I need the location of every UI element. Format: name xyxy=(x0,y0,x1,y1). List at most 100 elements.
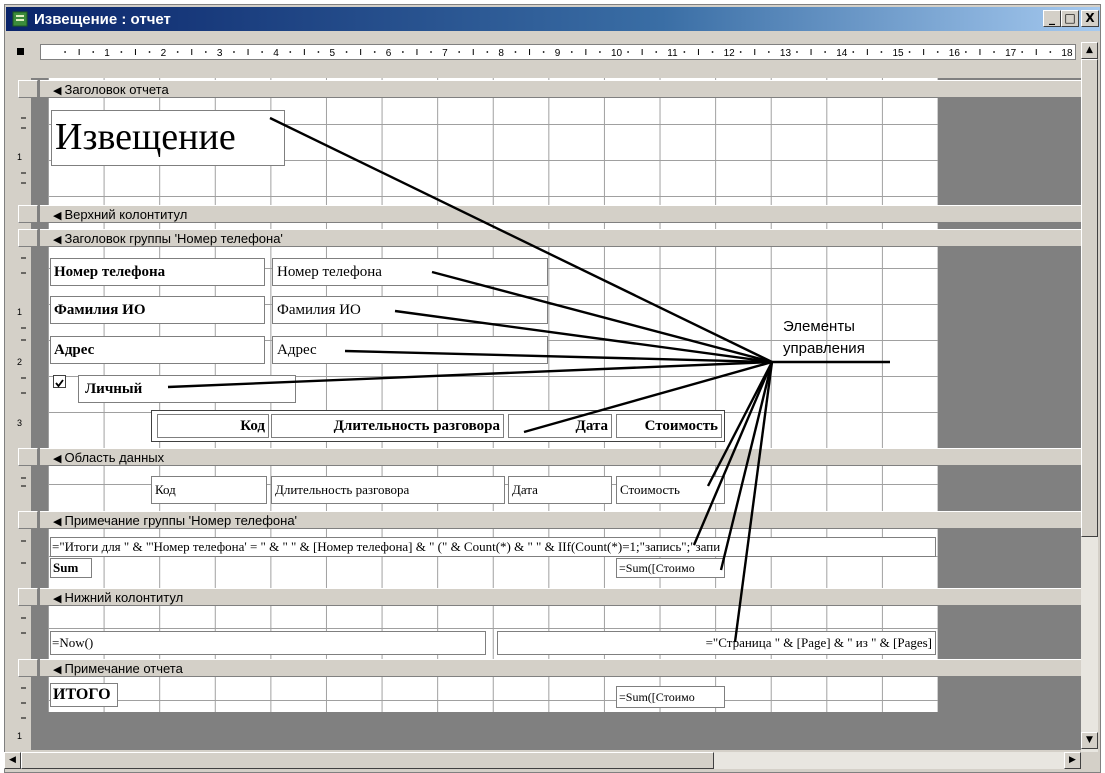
vruler-number: 1 xyxy=(17,307,22,317)
section-arrow-icon: ◀ xyxy=(53,209,62,222)
ruler-dot xyxy=(92,51,95,53)
section-selector[interactable] xyxy=(18,448,38,466)
col-date-label[interactable]: Дата xyxy=(508,414,612,438)
vertical-scrollbar[interactable]: ▲ ▼ xyxy=(1081,42,1098,752)
section-selector[interactable] xyxy=(18,588,38,606)
vertical-ruler[interactable]: 1 1 2 3 1 xyxy=(14,78,29,750)
ruler-number: 2 xyxy=(161,48,167,59)
ruler-number: 5 xyxy=(330,48,336,59)
close-button[interactable]: X xyxy=(1081,10,1099,27)
section-group-header[interactable]: ◀ Заголовок группы 'Номер телефона' xyxy=(40,229,1081,247)
address-field[interactable]: Адрес xyxy=(272,336,548,364)
ruler-number: 15 xyxy=(893,48,905,59)
phone-label[interactable]: Номер телефона xyxy=(50,258,265,286)
code-field[interactable]: Код xyxy=(151,476,267,504)
address-label[interactable]: Адрес xyxy=(50,336,265,364)
ruler-number: 16 xyxy=(949,48,961,59)
section-report-header[interactable]: ◀ Заголовок отчета xyxy=(40,80,1081,98)
group-summary-expression[interactable]: ="Итоги для " & "'Номер телефона' = " & … xyxy=(50,537,936,557)
ruler-number: 8 xyxy=(498,48,504,59)
ruler-number: 10 xyxy=(611,48,623,59)
ruler-dot xyxy=(1049,51,1052,53)
horizontal-ruler[interactable]: 1 2 3 4 5 6 7 8 9 10 11 12 13 14 15 16 17 18 xyxy=(40,44,1076,60)
ruler-number: 18 xyxy=(1061,48,1073,59)
vertical-scroll-thumb[interactable] xyxy=(1081,59,1098,537)
report-icon xyxy=(12,11,28,27)
section-group-footer[interactable]: ◀ Примечание группы 'Номер телефона' xyxy=(40,511,1081,529)
scroll-up-button[interactable]: ▲ xyxy=(1081,42,1098,59)
report-title-label[interactable]: Извещение xyxy=(51,110,285,166)
sum-label[interactable]: Sum xyxy=(50,558,92,578)
name-field[interactable]: Фамилия ИО xyxy=(272,296,548,324)
section-selector[interactable] xyxy=(18,659,38,677)
ruler-dot xyxy=(176,51,179,53)
vruler-number: 1 xyxy=(17,152,22,162)
phone-field[interactable]: Номер телефона xyxy=(272,258,548,286)
section-arrow-icon: ◀ xyxy=(53,592,62,605)
ruler-dot xyxy=(683,51,686,53)
ruler-dot xyxy=(993,51,995,53)
ruler-dot xyxy=(767,51,770,53)
section-selector[interactable] xyxy=(18,205,38,223)
ruler-dot xyxy=(936,51,939,53)
personal-checkbox[interactable] xyxy=(53,375,66,388)
ruler-dot xyxy=(964,51,967,53)
total-sum-field[interactable]: =Sum([Стоимо xyxy=(616,686,725,708)
vruler-number: 2 xyxy=(17,357,22,367)
section-page-footer[interactable]: ◀ Нижний колонтитул xyxy=(40,588,1081,606)
total-label[interactable]: ИТОГО xyxy=(50,683,118,707)
ruler-dot xyxy=(739,51,742,53)
ruler-number: 13 xyxy=(780,48,792,59)
ruler-dot xyxy=(542,51,545,53)
scroll-right-button[interactable]: ▶ xyxy=(1064,752,1081,769)
section-page-header[interactable]: ◀ Верхний колонтитул xyxy=(40,205,1081,223)
section-selector[interactable] xyxy=(18,229,38,247)
col-code-label[interactable]: Код xyxy=(157,414,269,438)
section-selector[interactable] xyxy=(18,511,38,529)
ruler-number: 17 xyxy=(1005,48,1017,59)
ruler-dot xyxy=(655,51,658,53)
cost-field[interactable]: Стоимость xyxy=(616,476,725,504)
col-cost-label[interactable]: Стоимость xyxy=(616,414,722,438)
ruler-dot xyxy=(401,51,404,53)
now-field[interactable]: =Now() xyxy=(50,631,486,655)
ruler-number: 6 xyxy=(386,48,392,59)
ruler-dot xyxy=(514,51,517,53)
section-arrow-icon: ◀ xyxy=(53,233,62,246)
ruler-number: 14 xyxy=(836,48,848,59)
minimize-button[interactable]: _ xyxy=(1043,10,1061,27)
ruler-dot xyxy=(1021,51,1024,53)
report-selector[interactable] xyxy=(14,45,26,58)
col-duration-label[interactable]: Длительность разговора xyxy=(271,414,504,438)
ruler-dot xyxy=(430,51,432,53)
ruler-dot xyxy=(289,51,292,53)
duration-field[interactable]: Длительность разговора xyxy=(271,476,505,504)
ruler-dot xyxy=(627,51,629,53)
horizontal-scrollbar[interactable]: ◀ ▶ xyxy=(4,752,1081,769)
horizontal-scroll-thumb[interactable] xyxy=(21,752,714,769)
section-arrow-icon: ◀ xyxy=(53,663,62,676)
ruler-dot xyxy=(120,51,123,53)
ruler-number: 12 xyxy=(724,48,736,59)
scroll-down-button[interactable]: ▼ xyxy=(1081,732,1098,749)
group-sum-field[interactable]: =Sum([Стоимо xyxy=(616,558,725,578)
section-arrow-icon: ◀ xyxy=(53,515,62,528)
page-number-field[interactable]: ="Страница " & [Page] & " из " & [Pages] xyxy=(497,631,936,655)
scroll-left-button[interactable]: ◀ xyxy=(4,752,21,769)
date-field[interactable]: Дата xyxy=(508,476,612,504)
section-selector[interactable] xyxy=(18,80,38,98)
maximize-button[interactable]: □ xyxy=(1061,10,1079,27)
section-report-footer[interactable]: ◀ Примечание отчета xyxy=(40,659,1081,677)
section-arrow-icon: ◀ xyxy=(53,452,62,465)
section-detail[interactable]: ◀ Область данных xyxy=(40,448,1081,466)
name-label[interactable]: Фамилия ИО xyxy=(50,296,265,324)
ruler-number: 9 xyxy=(555,48,561,59)
personal-label[interactable]: Личный xyxy=(78,375,296,403)
ruler-dot xyxy=(880,51,883,53)
ruler-number: 1 xyxy=(104,48,110,59)
ruler-dot xyxy=(204,51,207,53)
ruler-dot xyxy=(148,51,151,53)
ruler-dot xyxy=(317,51,320,53)
ruler-dot xyxy=(908,51,911,53)
ruler-dot xyxy=(486,51,489,53)
